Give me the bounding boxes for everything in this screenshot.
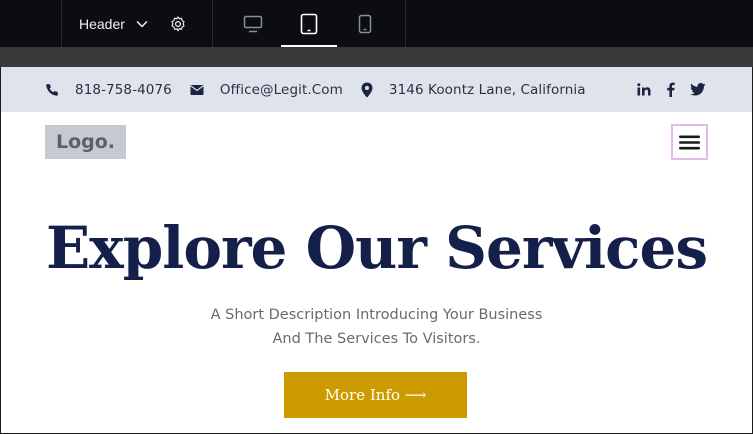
facebook-icon[interactable] (666, 82, 675, 97)
chevron-down-icon[interactable] (135, 17, 149, 31)
mobile-view-button[interactable] (337, 0, 393, 47)
editor-toolbar: Header (0, 0, 753, 47)
toolbar-lead-section (0, 0, 62, 47)
email-item[interactable]: Office@Legit.Com (190, 82, 343, 98)
map-pin-icon (361, 82, 373, 97)
phone-icon (46, 83, 58, 96)
hero-description-line-1: A Short Description Introducing Your Bus… (210, 307, 543, 323)
linkedin-icon[interactable] (637, 83, 651, 96)
hero-description-line-2: And The Services To Visitors. (272, 331, 481, 347)
header-template-selector[interactable]: Header (62, 0, 213, 47)
mobile-icon (358, 14, 372, 33)
email-address: Office@Legit.Com (219, 81, 343, 98)
gear-icon[interactable] (169, 15, 187, 33)
menu-toggle-button[interactable] (671, 124, 708, 160)
hero-description: A Short Description Introducing Your Bus… (0, 303, 753, 351)
desktop-icon (243, 15, 263, 32)
header-template-label[interactable]: Header (79, 16, 125, 32)
more-info-button[interactable]: More Info ⟶ (284, 372, 467, 418)
social-links (637, 67, 706, 112)
canvas-gap-bar (0, 47, 753, 67)
phone-item[interactable]: 818-758-4076 (45, 82, 172, 98)
device-switcher (213, 0, 406, 47)
address-text: 3146 Koontz Lane, California (388, 81, 586, 98)
hero-title: Explore Our Services (45, 214, 708, 282)
desktop-view-button[interactable] (225, 0, 281, 47)
phone-number: 818-758-4076 (75, 81, 172, 98)
tablet-view-button[interactable] (281, 0, 337, 47)
contact-topbar: 818-758-4076 Office@Legit.Com 3146 Koont… (1, 67, 752, 112)
site-logo[interactable]: Logo. (45, 125, 126, 159)
twitter-icon[interactable] (690, 83, 706, 96)
tablet-icon (300, 13, 318, 34)
hamburger-icon (679, 135, 700, 149)
address-item[interactable]: 3146 Koontz Lane, California (361, 82, 586, 98)
envelope-icon (190, 84, 204, 95)
